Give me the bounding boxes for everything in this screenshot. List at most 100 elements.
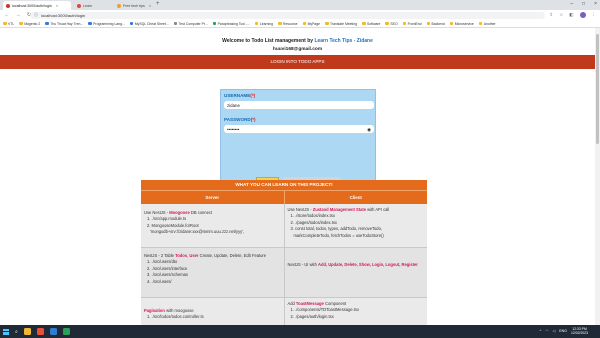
vscode-icon[interactable] [49,328,57,335]
client-cell: Add ToastMessage Component 1. ./componen… [283,298,427,325]
terminal-icon[interactable] [62,328,70,335]
bookmark-item[interactable]: Another [478,21,496,26]
folder-icon [362,21,366,26]
folder-icon [426,21,431,26]
bookmark-item[interactable]: Test Computer Pr... [173,21,208,26]
show-password-icon[interactable]: ◉ [367,127,371,133]
back-icon[interactable]: ← [4,12,10,18]
tab-login[interactable]: localhost:3000/auth/login × [3,1,71,10]
volume-icon[interactable]: ◁ [552,329,555,333]
table-row: Pagination with moogoose 1. ./src/todos/… [141,298,427,325]
menu-icon[interactable]: ⋮ [592,12,597,18]
folder-icon [478,21,483,26]
close-tab-icon[interactable]: × [149,3,151,8]
bookmark-item[interactable]: Magento 2 [19,22,40,26]
bookmark-item[interactable]: MySQL Cheat Sheet... [129,21,169,26]
bookmark-star-icon[interactable]: ☆ [559,12,563,18]
site-info-icon[interactable]: ⓘ [34,12,38,18]
login-form: USERNAME(*) zidane PASSWORD(*) •••••••• ◉… [220,89,376,191]
folder-icon [402,21,407,26]
minimize-icon[interactable]: – [570,1,573,7]
browser-tab-strip: localhost:3000/auth/login × Learn Free t… [0,0,600,10]
table-row: NestJS - 2 Table Todos, User Create, Upd… [141,248,427,298]
site-icon [212,21,217,26]
folder-icon [302,21,307,26]
bookmark-item[interactable]: SEO [385,21,398,26]
bookmark-item[interactable]: Backend [426,21,445,26]
bookmark-item[interactable]: Paraphrasing Tool -... [212,21,250,26]
bookmark-item[interactable]: Learning [254,21,273,26]
folder-icon [278,21,282,26]
url-text: localhost:3000/auth/login [41,12,86,18]
page-content: Welcome to Todo List management by Learn… [0,28,600,325]
server-cell: Use NestJS - Moogoose DB connect 1. ./sr… [141,204,284,247]
folder-icon [254,21,259,26]
username-label: USERNAME(*) [224,93,256,98]
extensions-icon[interactable]: ◧ [569,12,573,18]
tab-favicon-icon [117,3,121,8]
client-cell: Use NextJS - Zustand Management State wi… [283,204,427,247]
maximize-icon[interactable]: □ [582,1,585,7]
new-tab-button[interactable]: + [156,1,160,7]
author-link[interactable]: Learn Tech Tips - Zidane [314,38,372,44]
page-scrollbar[interactable] [595,28,600,325]
address-bar[interactable]: ⓘ localhost:3000/auth/login [30,11,545,19]
close-tab-icon[interactable]: × [56,3,58,8]
folder-icon [19,21,23,26]
folder-icon [449,21,454,26]
tab-label: Free tech tips [123,3,145,8]
taskbar: ⌕ ^ ◠ ◁ ENG 12:33 PM 12/02/2023 [0,325,600,338]
client-cell: NextJS - UI with Add, Update, Delete, Sh… [283,248,427,297]
chevron-up-icon[interactable]: ^ [540,329,542,333]
forward-icon[interactable]: → [15,12,21,18]
share-icon[interactable]: ⇪ [549,12,553,18]
folder-icon [385,21,389,26]
chrome-icon[interactable] [36,328,44,335]
column-header-server: Server [205,195,220,200]
file-explorer-icon[interactable] [23,328,31,335]
site-icon [45,21,49,26]
bookmark-item[interactable]: Thu Thuat Hay Tren... [45,22,83,26]
table-row: Use NestJS - Moogoose DB connect 1. ./sr… [141,204,427,248]
profile-avatar[interactable] [579,12,586,18]
learn-header-row: Server Client [141,190,427,204]
windows-start-icon[interactable] [3,328,9,335]
site-icon [129,21,134,26]
bookmark-item[interactable]: Software [362,22,380,26]
browser-toolbar: ← → ↻ ⓘ localhost:3000/auth/login ⇪ ☆ ◧ … [0,10,600,20]
login-banner: LOGIN INTO TODO APPS [0,55,595,69]
column-header-client: Client [283,191,428,204]
toolbar-actions: ⇪ ☆ ◧ ⋮ [549,12,596,18]
folder-icon [325,21,329,26]
scrollbar-thumb[interactable] [596,34,599,144]
server-cell: Pagination with moogoose 1. ./src/todos/… [141,298,284,325]
wifi-icon[interactable]: ◠ [545,329,548,333]
clock[interactable]: 12:33 PM 12/02/2023 [571,327,588,336]
password-input[interactable]: •••••••• ◉ [224,125,374,133]
bookmark-item[interactable]: MyPage [302,21,320,26]
system-tray: ^ ◠ ◁ ENG 12:33 PM 12/02/2023 [540,327,588,336]
username-input[interactable]: zidane [224,101,374,109]
search-icon[interactable]: ⌕ [15,329,18,335]
site-icon [173,21,178,26]
site-icon [88,21,92,26]
tab-favicon-icon [77,3,81,8]
tab-learn[interactable]: Learn [74,1,112,10]
learn-title: WHAT YOU CAN LEARN ON THIS PROJECT! [141,180,427,190]
bookmarks-bar: VTL Magento 2 Thu Thuat Hay Tren... Prog… [0,20,600,28]
tab-label: Learn [83,3,93,8]
tab-label: localhost:3000/auth/login [12,3,52,8]
tab-free-tech-tips[interactable]: Free tech tips × [114,1,154,10]
bookmark-item[interactable]: Translate Meeting [325,22,357,26]
language-indicator[interactable]: ENG [559,329,567,333]
bookmark-item[interactable]: FrontEnd [402,21,422,26]
bookmark-item[interactable]: Resource [278,22,298,26]
bookmark-item[interactable]: VTL [3,22,14,26]
close-window-icon[interactable]: × [594,1,597,7]
welcome-heading: Welcome to Todo List management by Learn… [222,38,373,44]
bookmark-item[interactable]: Microservice [449,21,474,26]
server-cell: NestJS - 2 Table Todos, User Create, Upd… [141,248,284,297]
tab-favicon-icon [6,3,10,8]
author-email: huuvi168@gmail.com [272,47,323,52]
bookmark-item[interactable]: Programming Lang... [88,22,125,26]
